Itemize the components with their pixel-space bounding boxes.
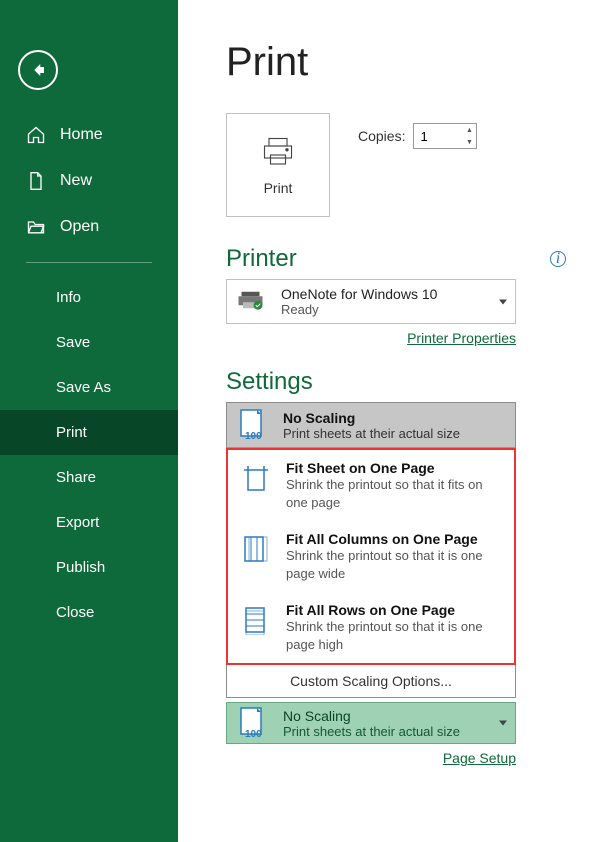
folder-open-icon	[26, 217, 46, 237]
fit-sheet-icon	[240, 462, 272, 494]
printer-caret-icon	[499, 299, 507, 304]
scaling-dropdown: 100 No Scaling Print sheets at their act…	[226, 402, 516, 449]
printer-section-title: Printer	[226, 245, 297, 273]
scaling-options-list: Fit Sheet on One Page Shrink the printou…	[226, 448, 516, 665]
scaling-option-desc: Shrink the printout so that it is one pa…	[286, 547, 502, 582]
scaling-option-fit-sheet[interactable]: Fit Sheet on One Page Shrink the printou…	[228, 450, 514, 521]
nav-saveas-label: Save As	[56, 379, 111, 396]
nav-share-label: Share	[56, 469, 96, 486]
fit-columns-icon	[240, 533, 272, 565]
printer-icon	[260, 134, 296, 170]
nav-save-label: Save	[56, 334, 90, 351]
fit-rows-icon	[240, 604, 272, 636]
nav-primary: Home New Open	[0, 112, 178, 250]
nav-saveas[interactable]: Save As	[0, 365, 178, 410]
copies-up[interactable]: ▲	[462, 124, 476, 136]
nav-save[interactable]: Save	[0, 320, 178, 365]
nav-print-label: Print	[56, 424, 87, 441]
nav-export[interactable]: Export	[0, 500, 178, 545]
printer-properties-link[interactable]: Printer Properties	[226, 330, 516, 346]
nav-export-label: Export	[56, 514, 99, 531]
scaling-option-fit-rows[interactable]: Fit All Rows on One Page Shrink the prin…	[228, 592, 514, 663]
scaling-dropdown-closed[interactable]: 100 No Scaling Print sheets at their act…	[226, 702, 516, 744]
scaling-caret-icon	[499, 721, 507, 726]
print-button-label: Print	[264, 180, 293, 196]
selected-scaling-desc: Print sheets at their actual size	[283, 724, 460, 739]
svg-text:100: 100	[245, 729, 262, 739]
printer-info-icon[interactable]: i	[550, 251, 566, 267]
page-title: Print	[226, 40, 566, 85]
nav-share[interactable]: Share	[0, 455, 178, 500]
nav-publish-label: Publish	[56, 559, 105, 576]
nav-new-label: New	[60, 172, 92, 190]
svg-text:100: 100	[245, 431, 262, 441]
nav-print[interactable]: Print	[0, 410, 178, 455]
home-icon	[26, 125, 46, 145]
printer-status: Ready	[281, 302, 437, 317]
scaling-current-title: No Scaling	[283, 410, 460, 426]
custom-scaling-button[interactable]: Custom Scaling Options...	[226, 665, 516, 698]
copies-down[interactable]: ▼	[462, 136, 476, 148]
copies-label: Copies:	[358, 128, 405, 144]
nav-info[interactable]: Info	[0, 275, 178, 320]
nav-publish[interactable]: Publish	[0, 545, 178, 590]
copies-row: Copies: ▲ ▼	[358, 123, 477, 149]
nav-open[interactable]: Open	[0, 204, 178, 250]
nav-new[interactable]: New	[0, 158, 178, 204]
nav-home-label: Home	[60, 126, 103, 144]
settings-section-title: Settings	[226, 368, 566, 396]
printer-status-icon	[237, 288, 267, 315]
scaling-option-desc: Shrink the printout so that it fits on o…	[286, 476, 502, 511]
no-scaling-icon: 100	[237, 707, 269, 739]
nav-info-label: Info	[56, 289, 81, 306]
printer-selector[interactable]: OneNote for Windows 10 Ready	[226, 279, 516, 324]
nav-divider	[26, 262, 152, 263]
page-setup-link[interactable]: Page Setup	[226, 750, 516, 766]
nav-close-label: Close	[56, 604, 94, 621]
copies-spinner[interactable]: ▲ ▼	[413, 123, 477, 149]
scaling-option-fit-columns[interactable]: Fit All Columns on One Page Shrink the p…	[228, 521, 514, 592]
scaling-current[interactable]: 100 No Scaling Print sheets at their act…	[227, 403, 515, 448]
custom-scaling-label: Custom Scaling Options...	[290, 673, 452, 689]
scaling-option-desc: Shrink the printout so that it is one pa…	[286, 618, 502, 653]
scaling-current-desc: Print sheets at their actual size	[283, 426, 460, 441]
nav-open-label: Open	[60, 218, 99, 236]
back-button[interactable]	[18, 50, 58, 90]
main-panel: Print Print Copies: ▲ ▼	[178, 0, 594, 842]
printer-name: OneNote for Windows 10	[281, 286, 437, 302]
nav-secondary: Info Save Save As Print Share Export Pub…	[0, 275, 178, 635]
no-scaling-icon: 100	[237, 409, 269, 441]
scaling-option-title: Fit All Rows on One Page	[286, 602, 502, 618]
back-arrow-icon	[29, 61, 47, 79]
scaling-option-title: Fit Sheet on One Page	[286, 460, 502, 476]
scaling-option-title: Fit All Columns on One Page	[286, 531, 502, 547]
print-button[interactable]: Print	[226, 113, 330, 217]
document-icon	[26, 171, 46, 191]
selected-scaling-title: No Scaling	[283, 708, 460, 724]
nav-close[interactable]: Close	[0, 590, 178, 635]
nav-home[interactable]: Home	[0, 112, 178, 158]
backstage-sidebar: Home New Open Info Save Save As Print Sh…	[0, 0, 178, 842]
